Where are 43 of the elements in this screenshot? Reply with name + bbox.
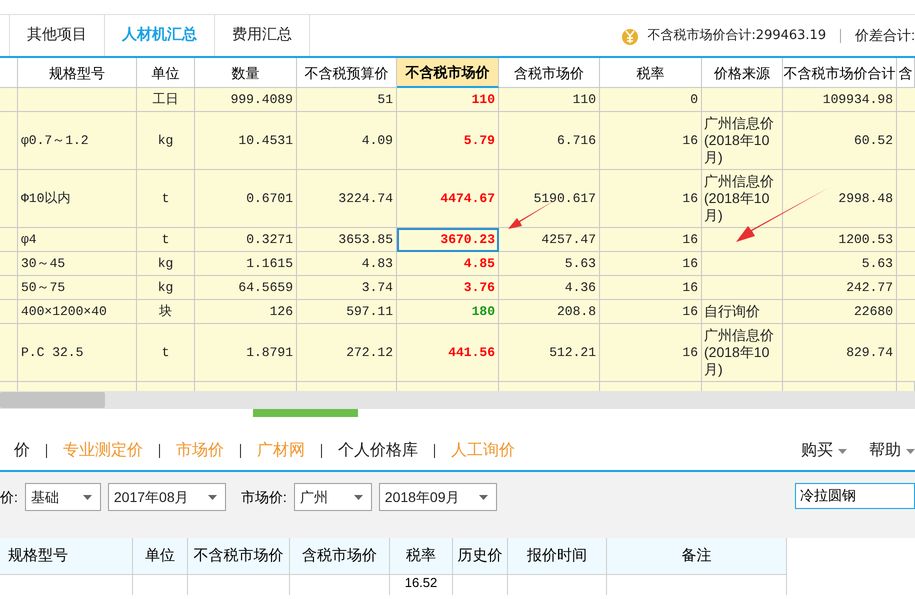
table-cell[interactable]: 4474.67 [397,170,499,228]
caret-icon [478,494,488,500]
caret-icon [82,494,92,500]
column-header[interactable]: 含税市场价 [290,538,390,575]
menu-button[interactable]: 购买 [801,439,847,463]
tab[interactable]: 费用汇总 [215,15,310,56]
horizontal-scrollbar[interactable] [0,391,915,409]
table-row[interactable]: 30～45 kg 1.1615 4.83 4.85 5.63 16 5.63 [0,252,915,276]
dropdown[interactable]: 广州 [294,483,372,511]
caret-icon [208,494,217,500]
column-header[interactable]: 报价时间 [508,538,607,575]
column-header[interactable]: 备注 [607,538,787,575]
menu-button[interactable]: 帮助 [869,439,915,463]
source-link[interactable]: 个人价格库 [338,439,418,463]
column-header[interactable]: 规格型号 [0,538,133,575]
tab[interactable]: 其他项目 [10,15,105,56]
caret-icon [906,448,915,454]
dropdown[interactable]: 基础 [24,483,101,511]
table-row[interactable]: φ4 t 0.3271 3653.85 3670.23 4257.47 16 1200.53 [0,228,915,252]
table-row[interactable]: 400×1200×40 块 126 597.11 180 208.8 16 自行询价 22680 [0,300,915,324]
search-field[interactable]: 冷拉圆钢 [795,483,915,509]
filter-label: 市场价: [240,488,287,507]
filter-label: 价: [0,488,18,507]
column-header[interactable]: 税率 [390,538,453,575]
market-total-label: 不含税市场价合计:299463.19 [647,26,826,45]
column-header[interactable]: 单位 [133,538,188,575]
table-row[interactable]: Φ10以内 t 0.6701 3224.74 4474.67 5190.617 16 广州信息价(2018年10月) 2998.48 [0,170,915,228]
caret-icon [838,448,847,454]
dropdown[interactable]: 2017年08月 [108,483,226,511]
price-diff-label: 价差合计: [855,26,915,45]
table-row[interactable]: 50～75 kg 64.5659 3.74 3.76 4.36 16 242.77 [0,276,915,300]
table-row[interactable]: φ0.7～1.2 kg 10.4531 4.09 5.79 6.716 16 广州信息价(2018年10月) 60.52 [0,112,915,170]
column-header[interactable]: 不含税市场价 [397,58,499,88]
column-header[interactable]: 历史价 [453,538,508,575]
dropdown[interactable]: 2018年09月 [378,483,497,511]
caret-icon [354,494,363,500]
column-header[interactable]: 不含税市场价 [188,538,290,575]
splitter-handle[interactable] [253,409,358,417]
table-cell[interactable]: 3670.23 [397,228,499,252]
source-link[interactable]: 价 [14,439,30,463]
table-cell: 16.52 [390,575,453,595]
table-row[interactable]: P.C 32.5 t 1.8791 272.12 441.56 512.21 16 广州信息价(2018年10月) 829.74 [0,324,915,382]
table-row[interactable]: 工日 999.4089 51 110 110 0 109934.98 [0,88,915,112]
